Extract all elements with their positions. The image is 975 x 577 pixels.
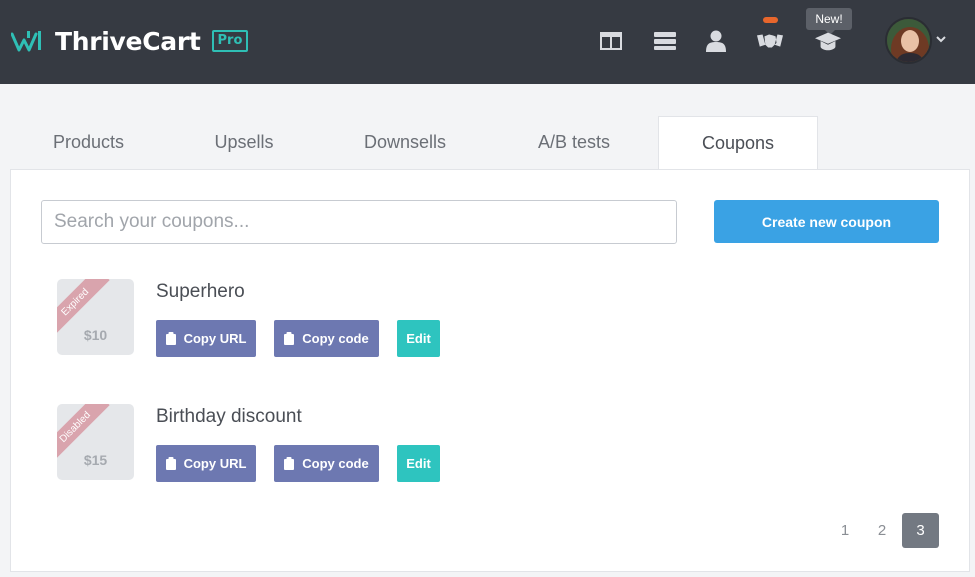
coupon-amount: $10 xyxy=(83,327,108,343)
list-icon[interactable] xyxy=(652,29,678,53)
copy-url-label: Copy URL xyxy=(183,456,247,471)
tab-coupons[interactable]: Coupons xyxy=(658,116,818,170)
coupons-panel: Create new coupon Expired $10 Superhero … xyxy=(10,169,970,572)
coupon-name: Superhero xyxy=(156,281,245,302)
copy-url-button[interactable]: Copy URL xyxy=(156,320,256,357)
thrivecart-logo-icon xyxy=(11,31,41,52)
copy-code-label: Copy code xyxy=(302,456,369,471)
coupon-item: Disabled $15 Birthday discount Copy URL … xyxy=(57,404,917,484)
tab-upsells[interactable]: Upsells xyxy=(167,116,321,169)
top-navigation-bar: ThriveCart Pro New! xyxy=(0,0,975,84)
search-coupons-input[interactable] xyxy=(41,200,677,244)
page-2-link[interactable]: 2 xyxy=(870,513,894,548)
handshake-icon[interactable] xyxy=(757,29,783,53)
copy-code-button[interactable]: Copy code xyxy=(274,445,379,482)
clipboard-icon xyxy=(284,457,295,470)
app-name: ThriveCart xyxy=(55,26,201,56)
tab-products[interactable]: Products xyxy=(10,116,167,169)
coupon-amount: $15 xyxy=(83,452,108,468)
tab-downsells[interactable]: Downsells xyxy=(321,116,489,169)
clipboard-icon xyxy=(284,332,295,345)
notification-badge xyxy=(763,17,778,23)
clipboard-icon xyxy=(165,332,176,345)
copy-url-label: Copy URL xyxy=(183,331,247,346)
tab-ab-tests[interactable]: A/B tests xyxy=(489,116,659,169)
coupon-thumbnail: Disabled $15 xyxy=(57,404,134,480)
pro-badge: Pro xyxy=(211,30,249,52)
copy-url-button[interactable]: Copy URL xyxy=(156,445,256,482)
coupon-thumbnail: Expired $10 xyxy=(57,279,134,355)
thrivecart-logo[interactable]: ThriveCart Pro xyxy=(11,26,249,56)
copy-code-button[interactable]: Copy code xyxy=(274,320,379,357)
page-1-link[interactable]: 1 xyxy=(833,513,857,548)
user-avatar[interactable] xyxy=(885,17,932,64)
edit-button[interactable]: Edit xyxy=(397,445,440,482)
layout-icon[interactable] xyxy=(598,29,624,53)
user-icon[interactable] xyxy=(703,29,729,53)
create-new-coupon-button[interactable]: Create new coupon xyxy=(714,200,939,243)
new-tooltip: New! xyxy=(806,8,852,35)
chevron-down-icon[interactable] xyxy=(936,36,946,44)
edit-button[interactable]: Edit xyxy=(397,320,440,357)
page-3-link[interactable]: 3 xyxy=(902,513,939,548)
coupon-item: Expired $10 Superhero Copy URL Copy code… xyxy=(57,279,917,359)
clipboard-icon xyxy=(165,457,176,470)
coupon-name: Birthday discount xyxy=(156,406,302,427)
copy-code-label: Copy code xyxy=(302,331,369,346)
graduation-cap-icon[interactable] xyxy=(815,29,841,53)
